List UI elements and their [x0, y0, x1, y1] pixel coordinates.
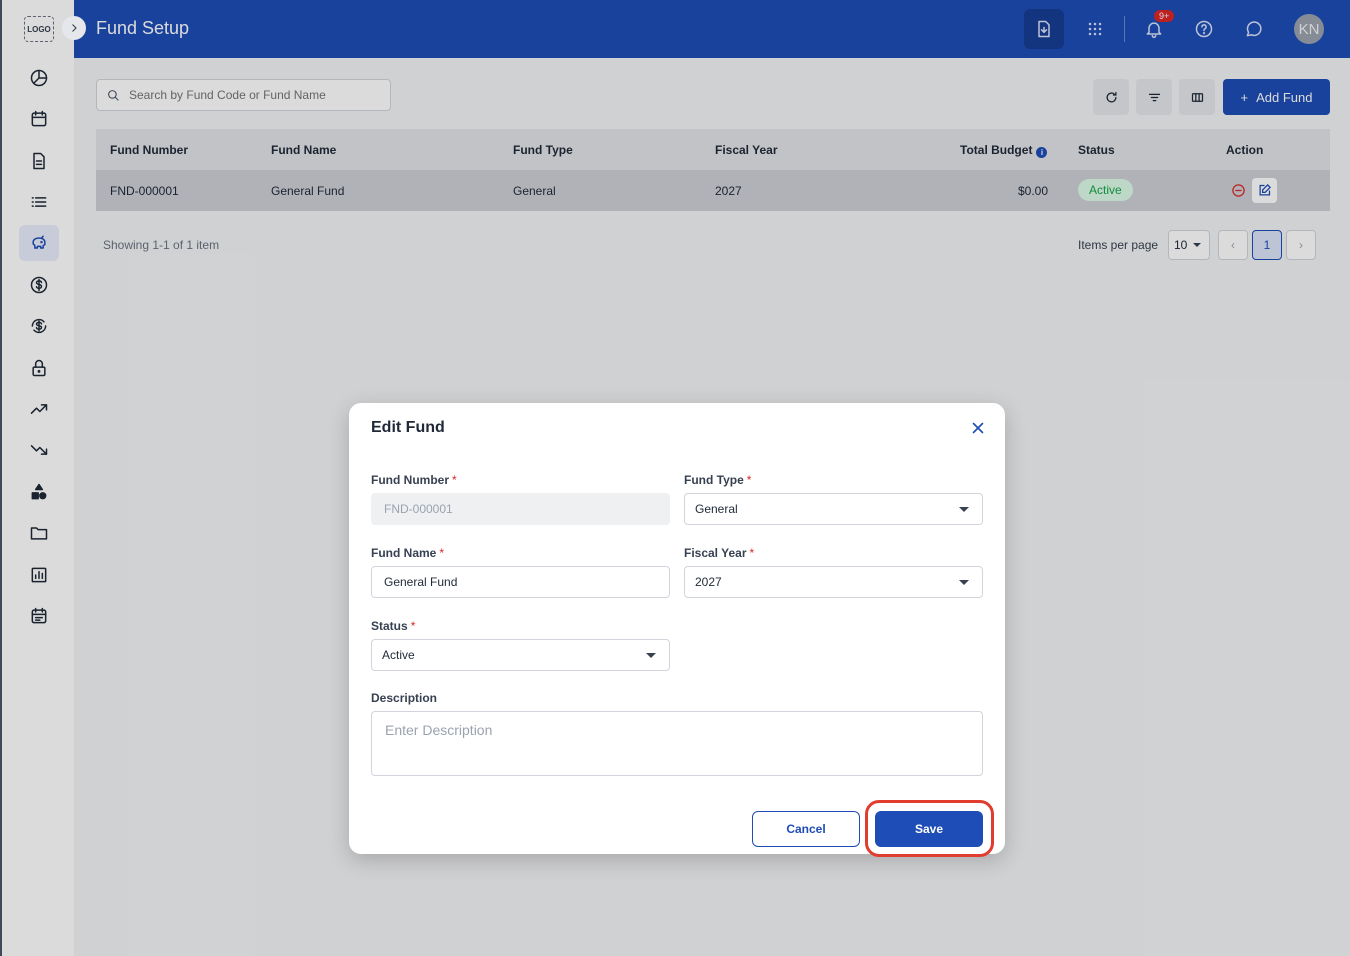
required-mark: *	[749, 546, 755, 560]
required-mark: *	[452, 473, 457, 487]
save-highlight-ring	[865, 800, 994, 857]
status-value: Active	[382, 648, 415, 662]
description-label: Description	[371, 691, 438, 705]
fiscal-year-select[interactable]: 2027	[684, 566, 983, 598]
required-mark: *	[410, 619, 416, 633]
edit-fund-modal: Edit Fund Fund Number * FND-000001 Fund T…	[349, 403, 1005, 854]
close-button[interactable]	[969, 419, 989, 439]
chevron-down-icon	[959, 580, 969, 585]
chevron-right-icon	[72, 24, 77, 32]
required-mark: *	[439, 546, 445, 560]
status-select[interactable]: Active	[371, 639, 670, 671]
fiscal-year-label: Fiscal Year *	[684, 546, 755, 560]
fund-number-label: Fund Number *	[371, 473, 457, 487]
description-textarea[interactable]: Enter Description	[371, 711, 983, 776]
required-mark: *	[746, 473, 752, 487]
close-icon	[972, 422, 984, 434]
chevron-down-icon	[959, 507, 969, 512]
chevron-down-icon	[646, 653, 656, 658]
modal-title: Edit Fund	[371, 419, 445, 436]
fund-name-input[interactable]: General Fund	[371, 566, 670, 598]
fund-number-field: FND-000001	[371, 493, 670, 525]
sidebar-expand-button[interactable]	[62, 16, 86, 40]
fund-type-label: Fund Type *	[684, 473, 752, 487]
fund-name-label: Fund Name *	[371, 546, 445, 560]
status-label: Status *	[371, 619, 416, 633]
fund-type-select[interactable]: General	[684, 493, 983, 525]
fund-type-value: General	[695, 502, 738, 516]
fiscal-year-value: 2027	[695, 575, 722, 589]
cancel-button[interactable]: Cancel	[752, 811, 860, 847]
